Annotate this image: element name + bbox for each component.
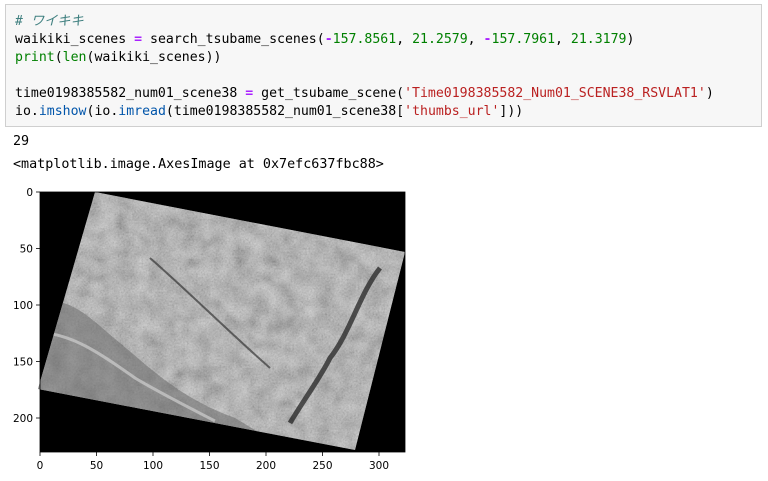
x-tick-label: 150 [199, 460, 219, 472]
x-tick-label: 50 [90, 460, 103, 472]
y-axis: 0 50 100 150 200 [13, 187, 40, 425]
x-axis: 0 50 100 150 200 250 300 [37, 452, 389, 472]
output-repr: <matplotlib.image.AxesImage at 0x7efc637… [13, 157, 384, 172]
code-line-get-scene: time0198385582_num01_scene38 = get_tsuba… [15, 85, 714, 101]
code-editor[interactable]: # ワイキキ waikiki_scenes = search_tsubame_s… [15, 13, 714, 120]
output-count: 29 [13, 134, 30, 149]
code-line-search: waikiki_scenes = search_tsubame_scenes(-… [15, 31, 635, 47]
x-tick-label: 0 [37, 460, 44, 472]
x-tick-label: 200 [256, 460, 276, 472]
x-tick-label: 250 [312, 460, 332, 472]
x-tick-label: 300 [369, 460, 389, 472]
code-cell[interactable]: # ワイキキ waikiki_scenes = search_tsubame_s… [5, 4, 762, 127]
y-tick-label: 100 [13, 300, 33, 312]
code-comment: # ワイキキ [15, 14, 84, 29]
image-plot: 0 50 100 150 200 0 50 100 150 200 250 30… [13, 187, 406, 472]
y-tick-label: 50 [20, 244, 33, 256]
code-line-print: print(len(waikiki_scenes)) [15, 49, 222, 65]
code-line-imshow: io.imshow(io.imread(time0198385582_num01… [15, 103, 524, 119]
y-tick-label: 150 [13, 357, 33, 369]
y-tick-label: 200 [13, 413, 33, 425]
y-tick-label: 0 [26, 187, 33, 199]
x-tick-label: 100 [143, 460, 163, 472]
